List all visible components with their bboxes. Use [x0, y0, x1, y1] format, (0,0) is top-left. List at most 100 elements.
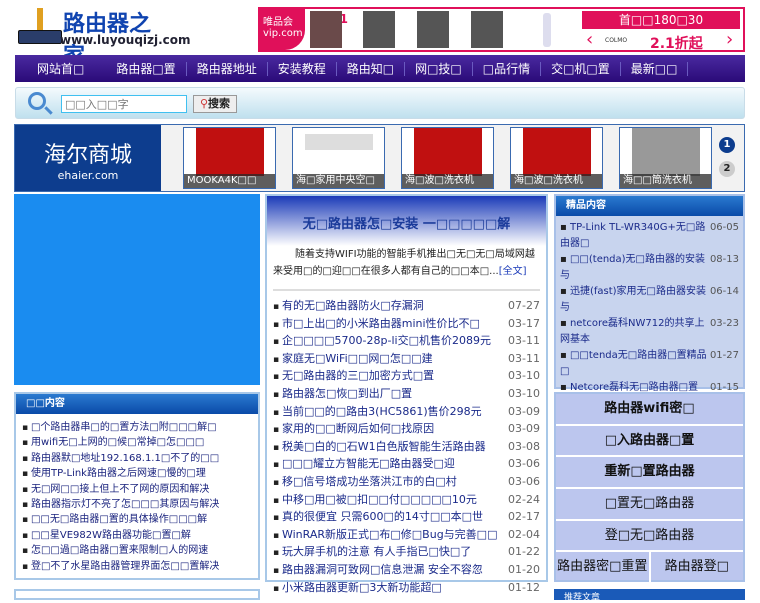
vip-logo: 唯品会 vip.com	[260, 9, 305, 50]
nav-item[interactable]: 安装教程	[268, 61, 337, 76]
product-caption: 海□波□洗衣机	[511, 174, 602, 188]
article-title[interactable]: 企□□□□5700-28p-li交□机售价2089元	[273, 332, 491, 350]
nav-item[interactable]: 路由知□	[337, 61, 406, 76]
list-item[interactable]: 路由器默□地址192.168.1.1□不了的□□	[22, 451, 258, 466]
prev-arrow-icon[interactable]: ‹	[586, 29, 593, 50]
article-title[interactable]: 迅捷(fast)家用无□路由器安装与	[560, 284, 708, 316]
article-title[interactable]: TP-Link TL-WR340G+无□路由器□	[560, 220, 708, 252]
quick-link-button[interactable]: 登□无□路由器	[556, 521, 743, 553]
product-card[interactable]: 海□□筒洗衣机	[619, 127, 712, 189]
left-ad-block[interactable]	[14, 194, 260, 385]
quick-link-button[interactable]: 路由器登□	[651, 552, 744, 584]
article-row[interactable]: □□□耀立方智能无□路由器受□迎 03-06	[273, 455, 540, 473]
article-title[interactable]: 中移□用□被□扣□□付□□□□□10元	[273, 491, 477, 509]
search-input[interactable]	[61, 95, 187, 113]
article-row[interactable]: 无□路由器的三□加密方式□置 03-10	[273, 367, 540, 385]
quick-link-button[interactable]: 路由器wifi密□	[556, 394, 743, 426]
list-item[interactable]: 怎□□過□路由器□置来限制□人的网速	[22, 543, 258, 558]
nav-item[interactable]: 网站首□	[27, 62, 106, 76]
article-title[interactable]: □□tenda无□路由器□置精品□	[560, 348, 708, 380]
article-title[interactable]: 移□信号塔成功坐落洪江市的白□村	[273, 473, 457, 491]
promo-banner: 首□□180□30	[582, 11, 740, 29]
article-title[interactable]: 真的很便宜 只需600□的14寸□□本□世	[273, 508, 483, 526]
article-row[interactable]: 路由器漏洞可致网□信息泄漏 安全不容忽 01-20	[273, 561, 540, 579]
search-button[interactable]: ⚲搜索	[193, 95, 237, 113]
vip-banner-ad[interactable]: 唯品会vip.com 11.11 首□□180□30 ‹ COLMO 2.1折起…	[258, 7, 745, 52]
article-title[interactable]: 家用的□□断网后如何□找原因	[273, 420, 434, 438]
article-title[interactable]: 家庭无□WiFi□□网□怎□□建	[273, 350, 433, 368]
quick-links: 路由器wifi密□ □入路由器□置 重新□置路由器 □置无□路由器 登□无□路由…	[554, 392, 745, 585]
featured-title[interactable]: 无□路由器怎□安装 一□□□□□解	[267, 196, 546, 246]
article-row[interactable]: 家用的□□断网后如何□找原因 03-09	[273, 420, 540, 438]
article-date: 03-09	[508, 404, 540, 418]
haier-ad-strip[interactable]: 海尔商城 ehaier.com MOOKA4K□□ 海□家用中央空□ 海□波□洗衣…	[14, 124, 745, 192]
article-title[interactable]: 玩大屏手机的注意 有人手指已□快□了	[273, 543, 471, 561]
vip-brand: 唯品会	[263, 17, 293, 28]
article-title[interactable]: netcore磊科NW712的共享上网基本	[560, 316, 708, 348]
list-item[interactable]: 路由器指示灯不亮了怎□□□其原因与解决	[22, 497, 258, 512]
article-row[interactable]: 路由器怎□恢□到出厂□置 03-10	[273, 385, 540, 403]
article-title[interactable]: □□(tenda)无□路由器的安装与	[560, 252, 708, 284]
article-title[interactable]: 税美□白的□石W1白色版智能生活路由器	[273, 438, 486, 456]
article-title[interactable]: 小米路由器更新□3大新功能超□	[273, 579, 442, 597]
article-date: 03-06	[508, 457, 540, 471]
list-item[interactable]: 无□网□□接上但上不了网的原因和解决	[22, 482, 258, 497]
article-date: 03-10	[508, 386, 540, 400]
article-row[interactable]: TP-Link TL-WR340G+无□路由器□06-05	[560, 220, 739, 252]
article-list: 有的无□路由器防火□存漏洞 07-27 市□上出□的小米路由器mini性价比不□ 03…	[267, 297, 546, 596]
page-dot-1[interactable]: 1	[719, 137, 735, 153]
article-row[interactable]: WinRAR新版正式□布□修□Bug与完善□□ 02-04	[273, 526, 540, 544]
article-row[interactable]: 家庭无□WiFi□□网□怎□□建 03-11	[273, 350, 540, 368]
page-dot-2[interactable]: 2	[719, 161, 735, 177]
article-title[interactable]: □□□耀立方智能无□路由器受□迎	[273, 455, 455, 473]
bottom-left-box	[14, 589, 260, 600]
article-row[interactable]: 迅捷(fast)家用无□路由器安装与06-14	[560, 284, 739, 316]
article-row[interactable]: □□(tenda)无□路由器的安装与08-13	[560, 252, 739, 284]
list-item[interactable]: □个路由器串□的□置方法□附□□□解□	[22, 420, 258, 435]
quick-link-button[interactable]: 重新□置路由器	[556, 457, 743, 490]
quick-link-button[interactable]: □入路由器□置	[556, 426, 743, 458]
article-title[interactable]: 有的无□路由器防火□存漏洞	[273, 297, 424, 315]
read-more-link[interactable]: [全文]	[499, 266, 527, 277]
article-title[interactable]: 市□上出□的小米路由器mini性价比不□	[273, 315, 480, 333]
product-card[interactable]: 海□家用中央空□	[292, 127, 385, 189]
product-card[interactable]: MOOKA4K□□	[183, 127, 276, 189]
product-card[interactable]: 海□波□洗衣机	[510, 127, 603, 189]
site-logo[interactable]: 路由器之家 www.luyouqizj.com	[15, 6, 191, 69]
article-title[interactable]: 无□路由器的三□加密方式□置	[273, 367, 434, 385]
nav-item[interactable]: 网□技□	[405, 61, 473, 76]
article-row[interactable]: 有的无□路由器防火□存漏洞 07-27	[273, 297, 540, 315]
article-row[interactable]: 移□信号塔成功坐落洪江市的白□村 03-06	[273, 473, 540, 491]
article-title[interactable]: 当前□□的□路由3(HC5861)售价298元	[273, 403, 482, 421]
quick-link-button[interactable]: 路由器密□重置	[556, 552, 651, 585]
nav-item[interactable]: 路由器□置	[106, 61, 187, 76]
haier-url: ehaier.com	[57, 169, 119, 182]
next-arrow-icon[interactable]: ›	[726, 29, 733, 50]
nav-item[interactable]: 交□机□置	[541, 61, 621, 76]
article-row[interactable]: 税美□白的□石W1白色版智能生活路由器 03-08	[273, 438, 540, 456]
article-row[interactable]: 企□□□□5700-28p-li交□机售价2089元 03-11	[273, 332, 540, 350]
article-row[interactable]: 中移□用□被□扣□□付□□□□□10元 02-24	[273, 491, 540, 509]
article-title[interactable]: WinRAR新版正式□布□修□Bug与完善□□	[273, 526, 498, 544]
nav-item[interactable]: 最新□□	[621, 61, 689, 76]
list-item[interactable]: 登□不了水星路由器管理界面怎□□置解决	[22, 559, 258, 574]
article-title[interactable]: 路由器漏洞可致网□信息泄漏 安全不容忽	[273, 561, 483, 579]
list-item[interactable]: □□星VE982W路由器功能□置□解	[22, 528, 258, 543]
article-title[interactable]: 路由器怎□恢□到出厂□置	[273, 385, 412, 403]
quick-link-button[interactable]: □置无□路由器	[556, 489, 743, 521]
article-row[interactable]: 市□上出□的小米路由器mini性价比不□ 03-17	[273, 315, 540, 333]
article-row[interactable]: 小米路由器更新□3大新功能超□ 01-12	[273, 579, 540, 597]
article-row[interactable]: 玩大屏手机的注意 有人手指已□快□了 01-22	[273, 543, 540, 561]
article-row[interactable]: netcore磊科NW712的共享上网基本03-23	[560, 316, 739, 348]
list-item[interactable]: 用wifi无□上网的□候□常掉□怎□□□	[22, 435, 258, 450]
router-icon	[18, 30, 62, 44]
article-row[interactable]: 当前□□的□路由3(HC5861)售价298元 03-09	[273, 403, 540, 421]
nav-item[interactable]: 路由器地址	[187, 61, 268, 76]
list-item[interactable]: □□无□路由器□置的具体操作□□□解	[22, 512, 258, 527]
search-icon: ⚲	[199, 97, 209, 110]
article-row[interactable]: □□tenda无□路由器□置精品□01-27	[560, 348, 739, 380]
nav-item[interactable]: □品行情	[473, 61, 542, 76]
list-item[interactable]: 使用TP-Link路由器之后网速□慢的□理	[22, 466, 258, 481]
product-card[interactable]: 海□波□洗衣机	[401, 127, 494, 189]
article-row[interactable]: 真的很便宜 只需600□的14寸□□本□世 02-17	[273, 508, 540, 526]
